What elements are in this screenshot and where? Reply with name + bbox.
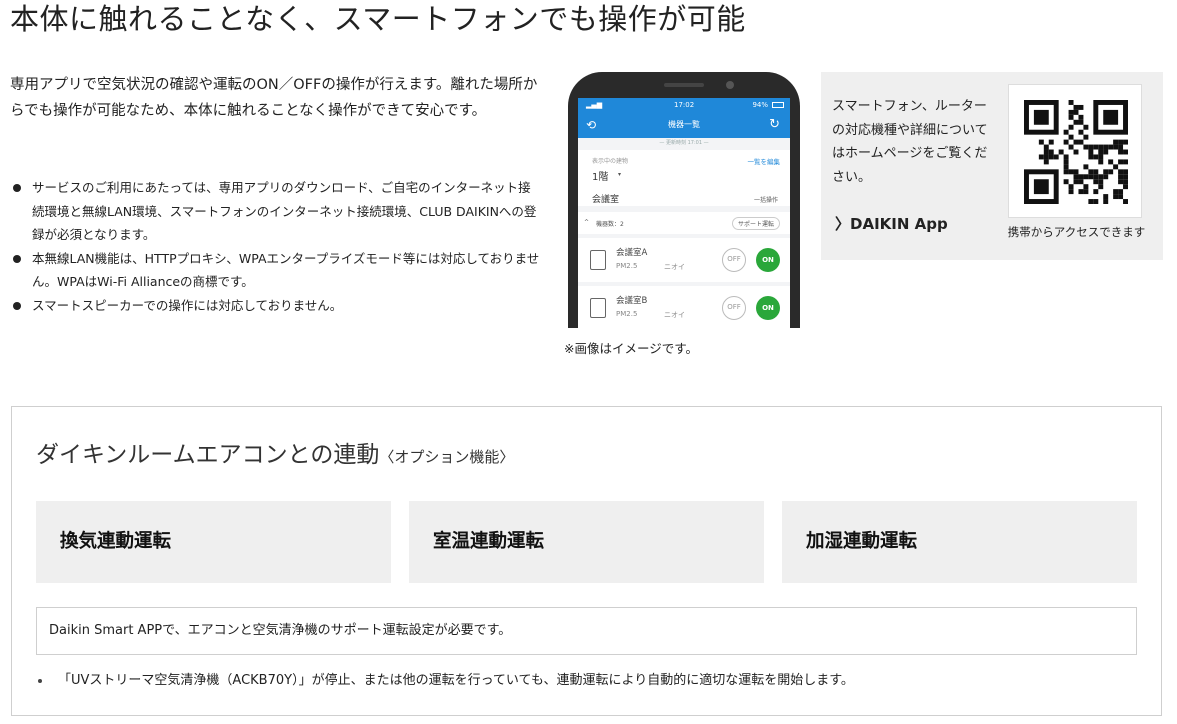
on-button: ON bbox=[756, 296, 780, 320]
app-header: ⟲ 機器一覧 ↻ bbox=[578, 112, 790, 138]
info-card: スマートフォン、ルーターの対応機種や詳細についてはホームページをご覧ください。 … bbox=[821, 72, 1163, 260]
unit-name: 会議室B bbox=[616, 296, 648, 306]
unit-odor: ニオイ bbox=[664, 311, 685, 319]
app-header-title: 機器一覧 bbox=[668, 120, 700, 129]
signal-icon: ▂▄▆ bbox=[586, 101, 603, 109]
phone-speaker bbox=[664, 83, 704, 87]
device-bar: ^ 機器数：2 サポート運転 bbox=[578, 212, 790, 234]
mode-card-humidification: 加湿連動運転 bbox=[782, 501, 1137, 583]
mode-label: 室温連動運転 bbox=[433, 531, 545, 552]
mode-label: 換気連動運転 bbox=[60, 531, 172, 552]
note-item: 本無線LAN機能は、HTTPプロキシ、WPAエンタープライズモード等には対応して… bbox=[10, 247, 540, 294]
building-section: 表示中の建物 一覧を編集 1階 ▾ 会議室 一括操作 bbox=[578, 150, 790, 206]
unit-row: 会議室A PM2.5 ニオイ OFF ON bbox=[578, 238, 790, 282]
mode-card-temperature: 室温連動運転 bbox=[409, 501, 764, 583]
status-time: 17:02 bbox=[674, 101, 695, 109]
phone-mockup: ▂▄▆ 17:02 94% ⟲ 機器一覧 ↻ — 更新時刻 17:01 — 表示… bbox=[568, 72, 800, 328]
intro-text: 専用アプリで空気状況の確認や運転のON／OFFの操作が行えます。離れた場所からで… bbox=[10, 77, 538, 119]
footnote-text: 「UVストリーマ空気清浄機（ACKB70Y）」が停止、または他の運転を行っていて… bbox=[58, 673, 854, 688]
note-item: サービスのご利用にあたっては、専用アプリのダウンロード、ご自宅のインターネット接… bbox=[10, 176, 540, 247]
off-button: OFF bbox=[722, 296, 746, 320]
panel-title-main: ダイキンルームエアコンとの連動 bbox=[36, 442, 380, 468]
status-bar: ▂▄▆ 17:02 94% bbox=[578, 98, 790, 112]
qr-code bbox=[1008, 84, 1142, 218]
unit-pm25: PM2.5 bbox=[616, 262, 638, 270]
updated-time: — 更新時刻 17:01 — bbox=[659, 140, 709, 146]
edit-link: 一覧を編集 bbox=[747, 158, 781, 166]
batch-op-label: 一括操作 bbox=[753, 197, 778, 204]
battery-percent: 94% bbox=[752, 101, 768, 109]
panel-title: ダイキンルームエアコンとの連動〈オプション機能〉 bbox=[36, 435, 514, 469]
daikin-app-link[interactable]: 〉DAIKIN App bbox=[835, 213, 948, 234]
notes-list: サービスのご利用にあたっては、専用アプリのダウンロード、ご自宅のインターネット接… bbox=[10, 176, 540, 317]
panel-title-option: 〈オプション機能〉 bbox=[379, 448, 515, 466]
support-op-label: サポート運転 bbox=[731, 217, 780, 230]
display-label: 表示中の建物 bbox=[592, 158, 629, 165]
bullet-icon bbox=[38, 678, 42, 683]
floor-label: 1階 bbox=[592, 172, 609, 183]
unit-name: 会議室A bbox=[616, 248, 648, 258]
chevron-down-icon: ▾ bbox=[618, 171, 622, 178]
mode-label: 加湿連動運転 bbox=[806, 531, 918, 552]
purifier-icon bbox=[590, 250, 606, 270]
mode-card-ventilation: 換気連動運転 bbox=[36, 501, 391, 583]
off-button: OFF bbox=[722, 248, 746, 272]
room-label: 会議室 bbox=[592, 195, 620, 205]
footnote: 「UVストリーマ空気清浄機（ACKB70Y）」が停止、または他の運転を行っていて… bbox=[38, 669, 854, 688]
image-caption: ※画像はイメージです。 bbox=[564, 341, 698, 356]
qr-caption: 携帯からアクセスできます bbox=[1007, 225, 1146, 239]
info-text: スマートフォン、ルーターの対応機種や詳細についてはホームページをご覧ください。 bbox=[832, 99, 988, 185]
daikin-app-label: DAIKIN App bbox=[850, 215, 948, 233]
purifier-icon bbox=[590, 298, 606, 318]
requirement-note: Daikin Smart APPで、エアコンと空気清浄機のサポート運転設定が必要… bbox=[36, 607, 1137, 655]
battery-icon bbox=[772, 102, 784, 108]
linkage-panel: ダイキンルームエアコンとの連動〈オプション機能〉 換気連動運転 室温連動運転 加… bbox=[11, 406, 1162, 716]
unit-pm25: PM2.5 bbox=[616, 310, 638, 318]
note-item: スマートスピーカーでの操作には対応しておりません。 bbox=[10, 294, 540, 318]
chevron-up-icon: ^ bbox=[584, 219, 590, 226]
device-count: 機器数：2 bbox=[596, 221, 624, 228]
sync-icon: ⟲ bbox=[586, 118, 597, 132]
refresh-icon: ↻ bbox=[769, 117, 780, 132]
chevron-right-icon: 〉 bbox=[835, 215, 851, 233]
qr-code-icon bbox=[1024, 100, 1128, 204]
page-title: 本体に触れることなく、スマートフォンでも操作が可能 bbox=[10, 2, 746, 36]
unit-odor: ニオイ bbox=[664, 263, 685, 271]
on-button: ON bbox=[756, 248, 780, 272]
unit-row: 会議室B PM2.5 ニオイ OFF ON bbox=[578, 286, 790, 328]
phone-screen: ▂▄▆ 17:02 94% ⟲ 機器一覧 ↻ — 更新時刻 17:01 — 表示… bbox=[578, 98, 790, 328]
camera-icon bbox=[726, 81, 734, 89]
